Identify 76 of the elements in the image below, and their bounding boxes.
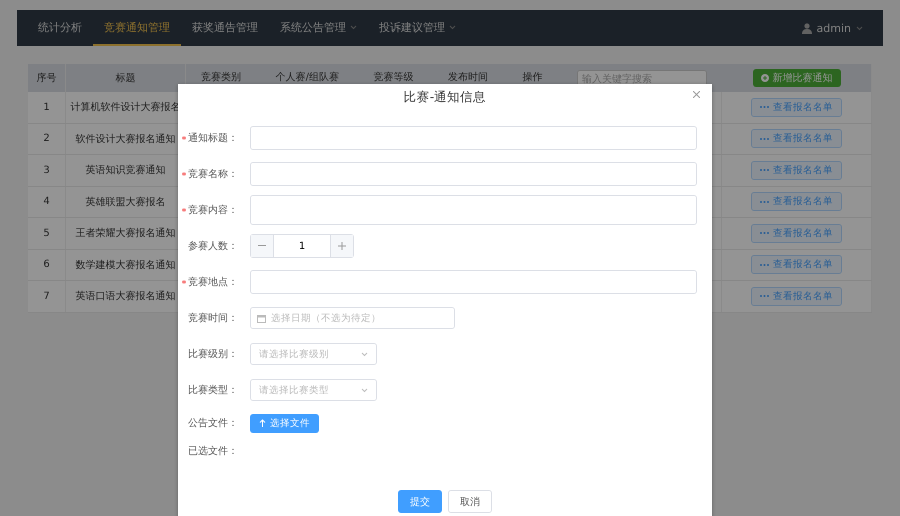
more-icon — [760, 169, 769, 172]
view-signups-button[interactable]: 查看报名名单 — [751, 224, 842, 243]
select-field[interactable]: 请选择比赛类型 — [250, 379, 377, 401]
table-cell: 1 — [43, 102, 50, 113]
field-label: 已选文件： — [188, 444, 238, 458]
view-signups-button[interactable]: 查看报名名单 — [751, 98, 842, 117]
table-cell: 3 — [43, 164, 50, 176]
calendar-icon — [257, 314, 266, 322]
close-icon[interactable] — [693, 91, 700, 98]
view-signups-button[interactable]: 查看报名名单 — [751, 129, 842, 148]
field-label: 通知标题： — [188, 132, 238, 145]
view-signups-button[interactable]: 查看报名名单 — [751, 160, 842, 180]
nav-tab[interactable]: 获奖通告管理 — [181, 10, 269, 46]
table-cell-text: 英语知识竞赛通知 — [86, 164, 166, 178]
column-header: 竞赛等级 — [373, 70, 414, 84]
plus-icon — [338, 242, 346, 250]
table-cell: 4 — [43, 196, 50, 208]
dialog-title: 比赛-通知信息 — [404, 88, 486, 106]
user-icon — [802, 22, 812, 34]
caret-icon — [350, 24, 357, 30]
user-menu[interactable]: admin — [792, 10, 873, 46]
table-cell-text: 数学建模大赛报名通知 — [76, 258, 176, 272]
text-input-field[interactable] — [250, 126, 697, 150]
submit-button[interactable]: 提交 — [398, 490, 442, 513]
nav-tab[interactable]: 系统公告管理 — [269, 10, 368, 46]
add-notice-button[interactable]: 新增比赛通知 — [752, 69, 840, 87]
upload-button[interactable]: 选择文件 — [250, 414, 319, 432]
decrease-button[interactable] — [251, 235, 273, 257]
view-signups-button[interactable]: 查看报名名单 — [751, 286, 842, 306]
view-signups-button[interactable]: 查看报名名单 — [751, 192, 842, 212]
field-label: 竞赛名称： — [188, 168, 238, 181]
table-cell: 7 — [43, 290, 50, 302]
caret-icon — [361, 352, 368, 356]
more-icon — [760, 106, 769, 108]
up-arrow-icon — [259, 419, 266, 427]
textarea-field[interactable] — [250, 195, 697, 225]
date-picker-field[interactable]: 选择日期（不选为待定） — [250, 307, 455, 329]
more-icon — [760, 138, 769, 140]
field-label: 公告文件： — [188, 416, 238, 430]
table-cell-text: 英雄联盟大赛报名 — [86, 196, 166, 209]
column-header: 操作 — [522, 71, 542, 84]
minus-icon — [258, 245, 266, 247]
text-input-field[interactable] — [250, 270, 697, 294]
field-label: 竞赛内容： — [188, 204, 238, 217]
text-input-field[interactable] — [250, 162, 697, 186]
column-header: 发布时间 — [448, 70, 488, 84]
more-icon — [760, 232, 769, 234]
caret-icon — [361, 388, 368, 392]
increase-button[interactable] — [331, 235, 353, 257]
table-cell: 6 — [43, 259, 50, 270]
table-cell-text: 王者荣耀大赛报名通知 — [76, 226, 176, 240]
plus-circle-icon — [760, 74, 768, 82]
nav-tab[interactable]: 竞赛通知管理 — [93, 10, 181, 46]
column-header: 标题 — [116, 72, 136, 85]
field-label: 比赛类型： — [188, 384, 238, 397]
more-icon — [760, 295, 769, 298]
nav-tab[interactable]: 统计分析 — [27, 10, 93, 46]
field-label: 竞赛地点： — [188, 276, 238, 289]
table-cell: 2 — [43, 133, 50, 144]
nav-tab[interactable]: 投诉建议管理 — [368, 10, 467, 46]
cancel-button[interactable]: 取消 — [448, 490, 492, 513]
more-icon — [760, 200, 769, 203]
select-field[interactable]: 请选择比赛级别 — [250, 343, 377, 365]
caret-icon — [449, 24, 456, 30]
table-cell: 5 — [43, 228, 50, 239]
column-header: 个人赛/组队赛 — [276, 70, 340, 84]
table-cell-text: 英语口语大赛报名通知 — [76, 290, 176, 304]
field-label: 比赛级别： — [188, 348, 238, 361]
column-header: 竞赛类别 — [201, 70, 242, 84]
more-icon — [760, 264, 769, 266]
view-signups-button[interactable]: 查看报名名单 — [751, 255, 842, 274]
column-header: 序号 — [36, 72, 56, 85]
field-label: 参赛人数： — [188, 240, 238, 253]
table-cell-text: 软件设计大赛报名通知 — [76, 132, 176, 146]
caret-icon — [856, 26, 863, 30]
field-label: 竞赛时间： — [188, 312, 238, 325]
